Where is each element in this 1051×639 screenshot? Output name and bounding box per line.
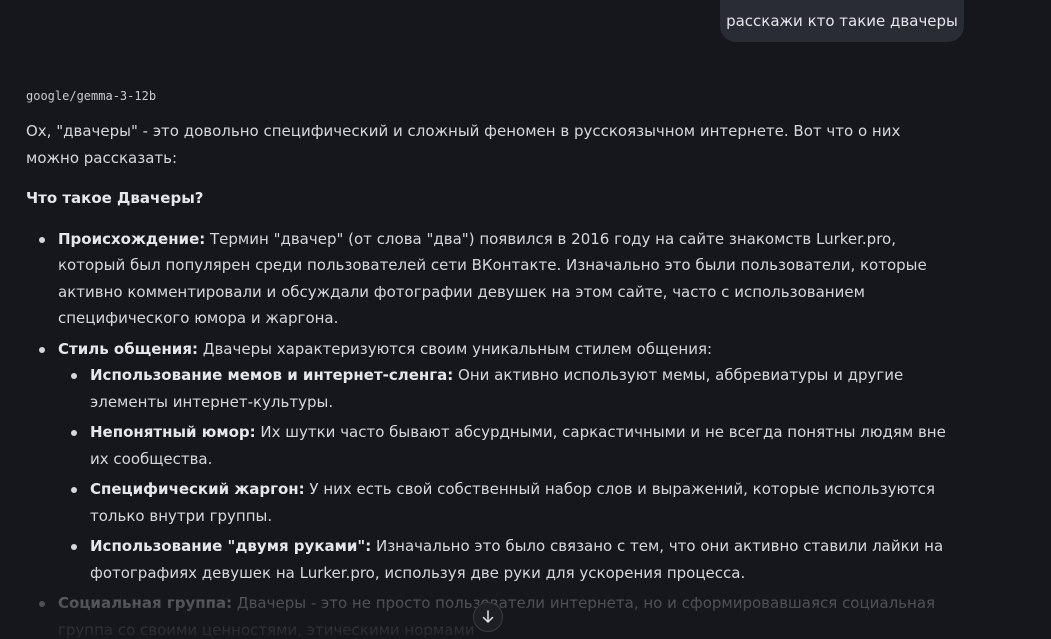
sub-list-item: Использование мемов и интернет-сленга: О… <box>58 362 946 415</box>
assistant-answer: Ох, "двачеры" - это довольно специфическ… <box>26 118 946 639</box>
sub-item-label: Использование мемов и интернет-сленга: <box>90 366 454 384</box>
sub-list: Использование мемов и интернет-сленга: О… <box>58 362 946 586</box>
sub-item-label: Специфический жаргон: <box>90 480 305 498</box>
arrow-down-icon <box>482 610 494 623</box>
sub-list-item: Специфический жаргон: У них есть свой со… <box>58 476 946 529</box>
list-item-origin: Происхождение: Термин "двачер" (от слова… <box>26 226 946 332</box>
model-name-label: google/gemma-3-12b <box>26 89 157 103</box>
answer-heading: Что такое Двачеры? <box>26 189 204 207</box>
user-message-bubble: расскажи кто такие двачеры <box>720 0 964 42</box>
scroll-to-bottom-button[interactable] <box>473 602 503 632</box>
list-item-communication-style: Стиль общения: Двачеры характеризуются с… <box>26 336 946 587</box>
answer-list: Происхождение: Термин "двачер" (от слова… <box>26 226 946 639</box>
sub-item-label: Использование "двумя руками": <box>90 537 372 555</box>
list-item-label: Происхождение: <box>58 229 206 248</box>
sub-list-item: Непонятный юмор: Их шутки часто бывают а… <box>58 419 946 472</box>
sub-item-label: Непонятный юмор: <box>90 423 256 441</box>
list-item-text: Двачеры характеризуются своим уникальным… <box>197 339 713 358</box>
answer-intro: Ох, "двачеры" - это довольно специфическ… <box>26 122 901 167</box>
sub-list-item: Использование "двумя руками": Изначально… <box>58 533 946 586</box>
user-message-text: расскажи кто такие двачеры <box>726 12 958 30</box>
list-item-label: Стиль общения: <box>58 339 198 358</box>
list-item-label: Социальная группа: <box>58 594 233 612</box>
